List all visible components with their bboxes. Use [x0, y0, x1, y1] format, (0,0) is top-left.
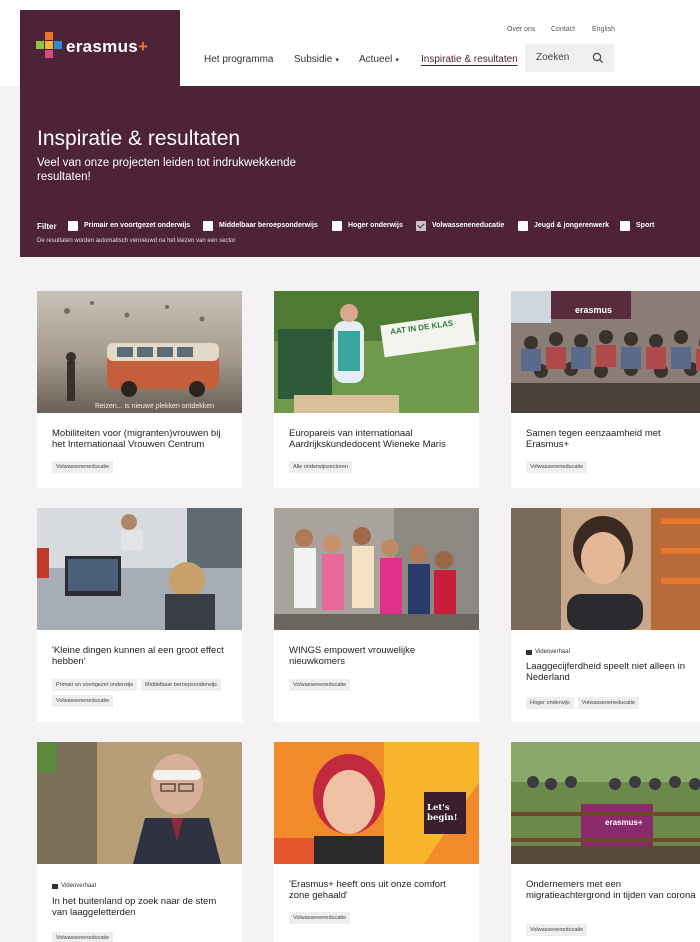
card-title: 'Erasmus+ heeft ons uit onze comfort zon…: [289, 879, 446, 901]
card-tags: Hoger onderwijs Volwasseneneducatie: [526, 697, 700, 709]
nav-subsidie[interactable]: Subsidie ▾: [294, 54, 339, 65]
card-tags: Volwasseneneducatie: [289, 912, 469, 924]
result-card[interactable]: 'Kleine dingen kunnen al een groot effec…: [37, 508, 242, 722]
util-nav-english[interactable]: English: [592, 26, 615, 33]
card-title: Ondernemers met een migratieachtergrond …: [526, 879, 696, 901]
result-card[interactable]: erasmus+ Ondernemers met een migratieach…: [511, 742, 700, 942]
filter-jeugd-jongerenwerk[interactable]: Jeugd & jongerenwerk: [518, 220, 609, 231]
result-card[interactable]: Videoverhaal In het buitenland op zoek n…: [37, 742, 242, 942]
nav-het-programma[interactable]: Het programma: [204, 54, 273, 65]
tag[interactable]: Volwasseneneducatie: [289, 679, 351, 691]
search-icon: [592, 52, 603, 63]
nav-label: Actueel: [359, 54, 393, 65]
card-tags: Volwasseneneducatie: [52, 932, 232, 942]
result-card[interactable]: erasmus Samen tegen eenzaamheid met Eras…: [511, 291, 700, 488]
video-icon: [52, 883, 58, 889]
logo-text: erasmus+: [66, 37, 149, 56]
card-image: [511, 742, 700, 864]
page-title: Inspiratie & resultaten: [37, 127, 241, 150]
card-title: In het buitenland op zoek naar de stem v…: [52, 896, 217, 918]
card-type-label: Videoverhaal: [61, 883, 96, 889]
filter-option-label: Jeugd & jongerenwerk: [534, 222, 610, 229]
card-tags: Primair en voortgezet onderwijs Middelba…: [52, 679, 232, 707]
tag[interactable]: Volwasseneneducatie: [526, 461, 588, 473]
tag[interactable]: Alle onderwijssectoren: [289, 461, 353, 473]
nav-inspiratie-resultaten[interactable]: Inspiratie & resultaten: [421, 54, 518, 65]
card-image: [37, 508, 242, 630]
logo[interactable]: erasmus+: [20, 10, 180, 86]
filter-option-label: Sport: [636, 222, 655, 229]
search-button[interactable]: Zoeken: [525, 44, 614, 72]
result-card[interactable]: AAT IN DE KLAS Europareis van internatio…: [274, 291, 479, 488]
card-title: 'Kleine dingen kunnen al een groot effec…: [52, 645, 224, 667]
card-type-label: Videoverhaal: [535, 649, 570, 655]
filter-note: De resultaten worden automatisch vernieu…: [37, 238, 236, 244]
card-tags: Volwasseneneducatie: [289, 679, 469, 691]
card-title: Europareis van internationaal Aardrijksk…: [289, 428, 446, 450]
filter-primair-voortgezet[interactable]: Primair en voortgezet onderwijs: [68, 220, 190, 231]
card-type: Videoverhaal: [52, 883, 96, 889]
filter-label: Filter: [37, 222, 57, 231]
card-image: [274, 508, 479, 630]
tag[interactable]: Volwasseneneducatie: [52, 932, 114, 942]
tag[interactable]: Middelbaar beroepsonderwijs: [141, 679, 221, 691]
hero-banner: Inspiratie & resultaten Veel van onze pr…: [20, 86, 700, 257]
filter-mbo[interactable]: Middelbaar beroepsonderwijs: [203, 220, 318, 231]
checkbox-icon: [68, 220, 78, 231]
filter-volwasseneneducatie[interactable]: Volwasseneneducatie: [416, 220, 504, 231]
card-title: Laaggecijferdheid speelt niet alleen in …: [526, 661, 685, 683]
filter-option-label: Primair en voortgezet onderwijs: [84, 222, 191, 229]
page-subtitle: Veel van onze projecten leiden tot indru…: [37, 157, 296, 183]
nav-label: Het programma: [204, 54, 274, 65]
result-card[interactable]: Reizen... is nieuwe plekken ontdekken Mo…: [37, 291, 242, 488]
filter-hoger-onderwijs[interactable]: Hoger onderwijs: [332, 220, 403, 231]
caret-down-icon: ▾: [395, 57, 399, 64]
card-tags: Alle onderwijssectoren: [289, 461, 469, 473]
video-icon: [526, 649, 532, 655]
card-tags: Volwasseneneducatie: [52, 461, 232, 473]
checkbox-icon: [620, 220, 630, 231]
card-image: [37, 742, 242, 864]
checkbox-icon: [203, 220, 213, 231]
result-card[interactable]: Videoverhaal Laaggecijferdheid speelt ni…: [511, 508, 700, 722]
card-image: [274, 291, 479, 413]
result-card[interactable]: WINGS empowert vrouwelijke nieuwkomers V…: [274, 508, 479, 722]
caret-down-icon: ▾: [335, 57, 339, 64]
tag[interactable]: Volwasseneneducatie: [52, 695, 114, 707]
result-card[interactable]: Let's begin! 'Erasmus+ heeft ons uit onz…: [274, 742, 479, 942]
filter-option-label: Volwasseneneducatie: [432, 222, 505, 229]
card-title: Mobiliteiten voor (migranten)vrouwen bij…: [52, 428, 221, 450]
tag[interactable]: Volwasseneneducatie: [289, 912, 351, 924]
tag[interactable]: Hoger onderwijs: [526, 697, 574, 709]
nav-label: Inspiratie & resultaten: [421, 54, 518, 65]
checkbox-checked-icon: [416, 220, 426, 231]
search-label: Zoeken: [536, 52, 570, 63]
nav-actueel[interactable]: Actueel ▾: [359, 54, 399, 65]
filter-sport[interactable]: Sport: [620, 220, 654, 231]
card-image-caption: erasmus+: [605, 818, 643, 827]
card-image-caption: Reizen... is nieuwe plekken ontdekken: [95, 403, 215, 410]
card-tags: Volwasseneneducatie: [526, 461, 700, 473]
card-tags: Volwasseneneducatie: [526, 924, 700, 936]
nav-label: Subsidie: [294, 54, 333, 65]
filter-option-label: Middelbaar beroepsonderwijs: [219, 222, 318, 229]
card-image-caption: erasmus: [575, 305, 613, 315]
util-nav-contact[interactable]: Contact: [551, 26, 575, 33]
card-type: Videoverhaal: [526, 649, 570, 655]
filter-option-label: Hoger onderwijs: [348, 222, 403, 229]
util-nav-over-ons[interactable]: Over ons: [507, 26, 535, 33]
card-image: [511, 508, 700, 630]
checkbox-icon: [332, 220, 342, 231]
card-title: Samen tegen eenzaamheid met Erasmus+: [526, 428, 661, 450]
card-image-caption: Let's begin!: [427, 803, 458, 823]
tag[interactable]: Primair en voortgezet onderwijs: [52, 679, 138, 691]
tag[interactable]: Volwasseneneducatie: [52, 461, 114, 473]
erasmus-plus-logo-icon: [36, 32, 62, 58]
card-title: WINGS empowert vrouwelijke nieuwkomers: [289, 645, 416, 667]
tag[interactable]: Volwasseneneducatie: [577, 697, 639, 709]
tag[interactable]: Volwasseneneducatie: [526, 924, 588, 936]
card-image: [37, 291, 242, 413]
checkbox-icon: [518, 220, 528, 231]
